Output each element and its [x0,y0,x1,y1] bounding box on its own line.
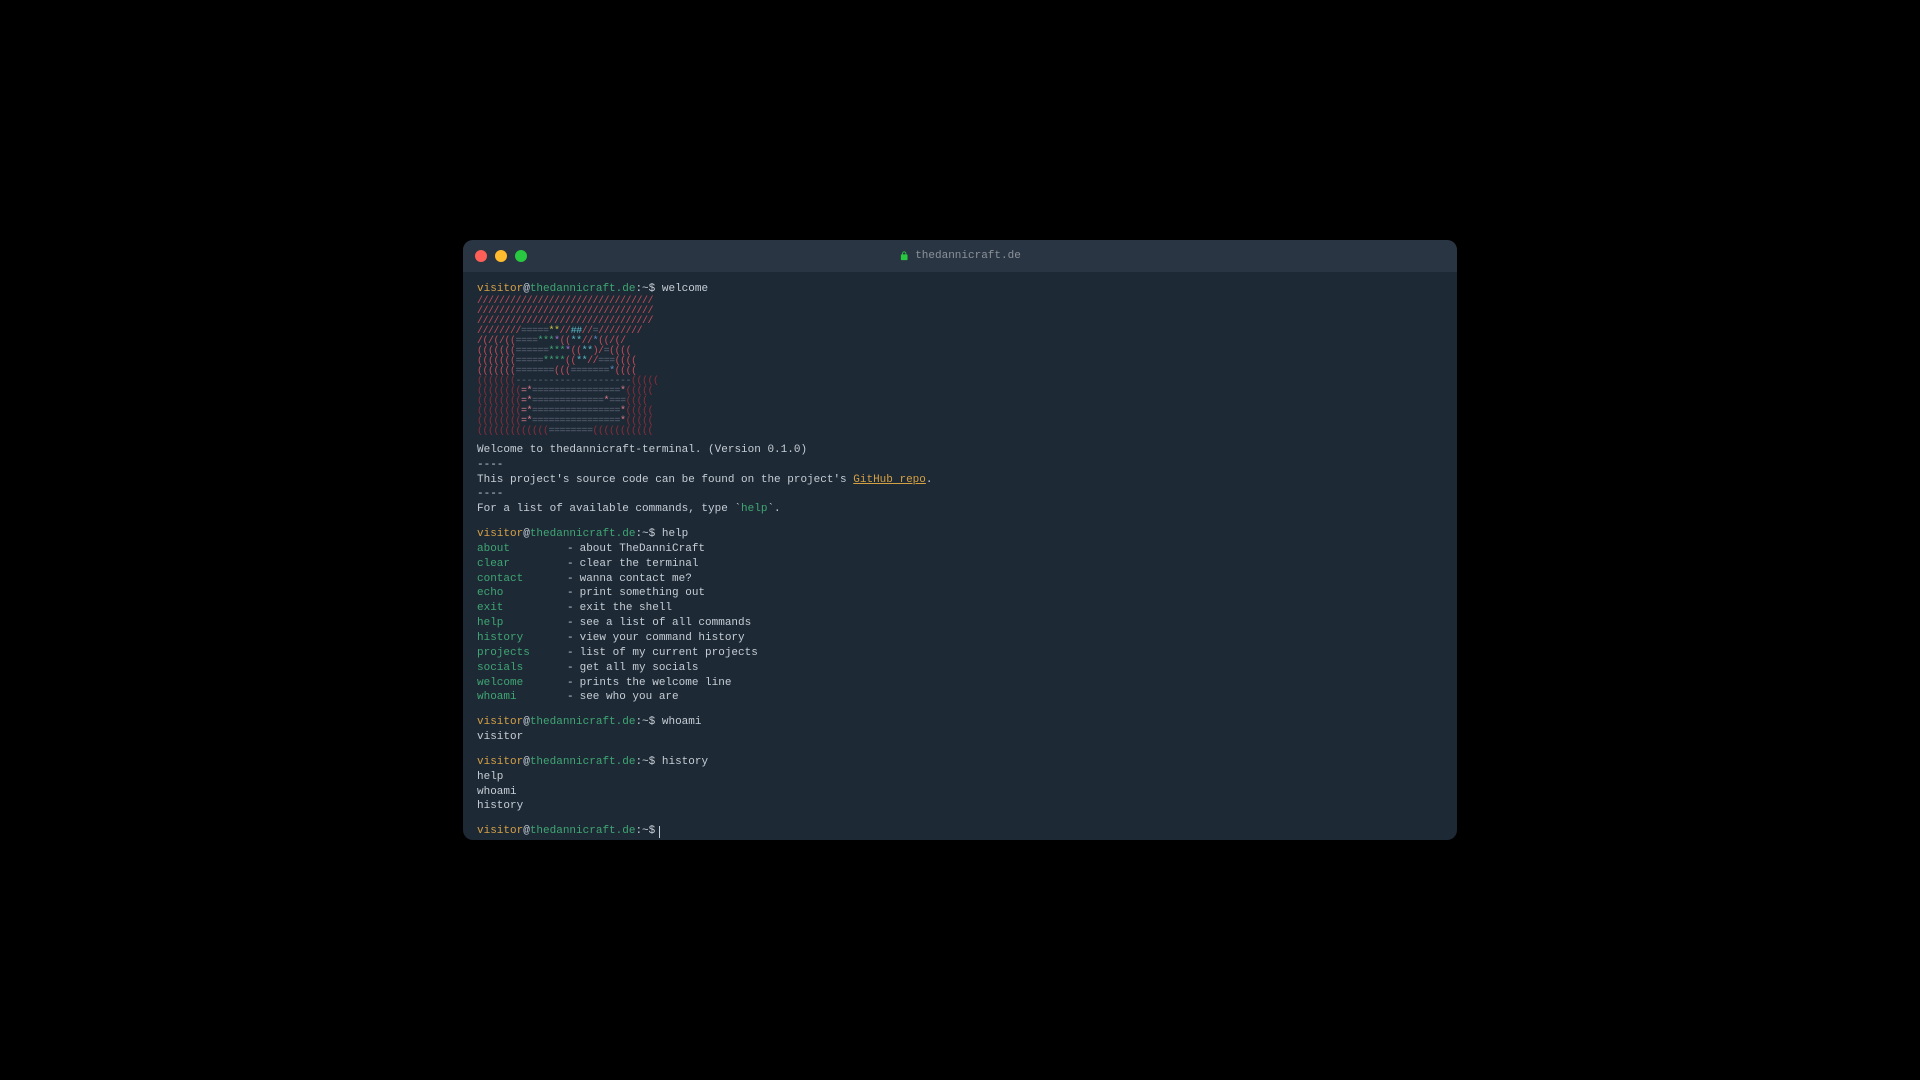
prompt-host: thedannicraft.de [530,756,636,768]
github-repo-link[interactable]: GitHub repo [853,474,926,486]
help-cmd: welcome [477,676,567,691]
maximize-button[interactable] [515,250,527,262]
help-cmd: whoami [477,690,567,705]
prompt-host: thedannicraft.de [530,283,636,295]
help-desc: print something out [580,586,705,601]
help-desc: see who you are [580,690,679,705]
prompt-host: thedannicraft.de [530,528,636,540]
prompt-user: visitor [477,756,523,768]
welcome-line-1: Welcome to thedannicraft-terminal. (Vers… [477,443,1443,458]
welcome-sep-2: ---- [477,487,1443,502]
help-keyword: help [741,503,767,515]
terminal-body[interactable]: visitor@thedannicraft.de:~$ welcome ////… [463,272,1457,840]
whoami-output: visitor [477,730,1443,745]
help-output: about-about TheDanniCraft clear-clear th… [477,542,1443,705]
help-row: projects-list of my current projects [477,646,1443,661]
ascii-art-banner: //////////////////////////////// ///////… [477,297,1443,437]
help-row: contact-wanna contact me? [477,572,1443,587]
minimize-button[interactable] [495,250,507,262]
help-row: welcome-prints the welcome line [477,676,1443,691]
help-cmd: about [477,542,567,557]
help-desc: prints the welcome line [580,676,732,691]
help-desc: see a list of all commands [580,616,752,631]
window-title: thedannicraft.de [915,250,1021,262]
prompt-at: @ [523,824,530,839]
prompt-at: @ [523,528,530,540]
command-history: history [662,756,708,768]
welcome-sep-1: ---- [477,458,1443,473]
welcome-line-3-suffix: `. [767,503,780,515]
help-row: help-see a list of all commands [477,616,1443,631]
help-desc: view your command history [580,631,745,646]
welcome-line-2-suffix: . [926,474,933,486]
prompt-at: @ [523,283,530,295]
history-output-2: history [477,799,1443,814]
prompt-user: visitor [477,528,523,540]
title-area: thedannicraft.de [899,250,1021,262]
prompt-host: thedannicraft.de [530,716,636,728]
prompt-user: visitor [477,283,523,295]
terminal-window: thedannicraft.de visitor@thedannicraft.d… [463,240,1457,840]
prompt-line-history: visitor@thedannicraft.de:~$ history [477,755,1443,770]
welcome-line-2-prefix: This project's source code can be found … [477,474,853,486]
prompt-path: :~$ [635,716,655,728]
help-cmd: contact [477,572,567,587]
cursor [659,826,660,838]
command-whoami: whoami [662,716,702,728]
prompt-user: visitor [477,824,523,839]
prompt-at: @ [523,716,530,728]
welcome-line-2: This project's source code can be found … [477,473,1443,488]
history-output-0: help [477,770,1443,785]
help-desc: wanna contact me? [580,572,692,587]
help-cmd: exit [477,601,567,616]
help-row: socials-get all my socials [477,661,1443,676]
lock-icon [899,251,909,261]
help-row: exit-exit the shell [477,601,1443,616]
prompt-path: :~$ [635,528,655,540]
command-welcome: welcome [662,283,708,295]
prompt-at: @ [523,756,530,768]
help-desc: get all my socials [580,661,699,676]
history-output-1: whoami [477,785,1443,800]
help-row: echo-print something out [477,586,1443,601]
help-desc: about TheDanniCraft [580,542,705,557]
help-cmd: history [477,631,567,646]
welcome-line-3-prefix: For a list of available commands, type ` [477,503,741,515]
prompt-path: :~$ [635,756,655,768]
help-cmd: socials [477,661,567,676]
prompt-line-whoami: visitor@thedannicraft.de:~$ whoami [477,715,1443,730]
prompt-host: thedannicraft.de [530,824,636,839]
prompt-line-current[interactable]: visitor@thedannicraft.de:~$ [477,824,660,839]
prompt-path: :~$ [635,283,655,295]
titlebar: thedannicraft.de [463,240,1457,272]
help-row: about-about TheDanniCraft [477,542,1443,557]
close-button[interactable] [475,250,487,262]
command-help: help [662,528,688,540]
prompt-line-welcome: visitor@thedannicraft.de:~$ welcome [477,282,1443,297]
prompt-user: visitor [477,716,523,728]
prompt-path: :~$ [635,824,655,839]
help-row: clear-clear the terminal [477,557,1443,572]
prompt-line-help: visitor@thedannicraft.de:~$ help [477,527,1443,542]
welcome-line-3: For a list of available commands, type `… [477,502,1443,517]
traffic-lights [475,250,527,262]
help-desc: exit the shell [580,601,672,616]
help-cmd: projects [477,646,567,661]
help-cmd: help [477,616,567,631]
help-desc: list of my current projects [580,646,758,661]
help-cmd: echo [477,586,567,601]
help-row: whoami-see who you are [477,690,1443,705]
help-desc: clear the terminal [580,557,699,572]
help-row: history-view your command history [477,631,1443,646]
help-cmd: clear [477,557,567,572]
